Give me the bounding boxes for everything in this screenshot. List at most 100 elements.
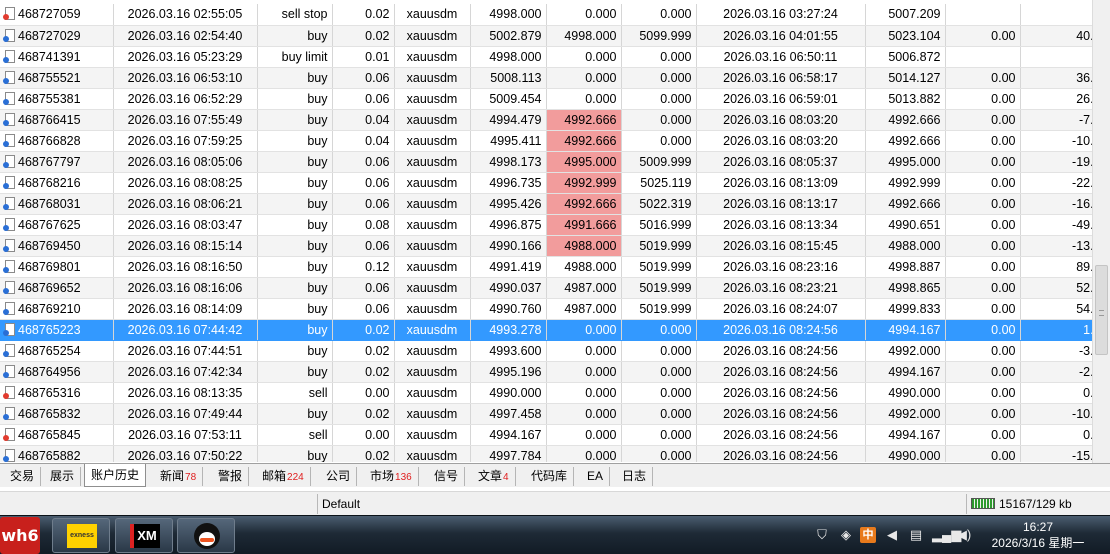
open-price-value: 4994.167 [489, 427, 542, 442]
order-id-value: 468765882 [18, 448, 81, 463]
tab-8[interactable]: 信号 [428, 467, 466, 486]
table-row[interactable]: 468769450 2026.03.16 08:15:14 buy 0.06 xauus… [0, 235, 1092, 257]
taskbar-app-qq[interactable] [177, 518, 235, 553]
stop-loss-value: 4991.666 [564, 217, 617, 232]
order-id-cell: 468769450 [0, 235, 114, 257]
tab-3[interactable]: 新闻78 [154, 467, 204, 486]
table-row[interactable]: 468755381 2026.03.16 06:52:29 buy 0.06 xauus… [0, 88, 1092, 110]
open-time-value: 2026.03.16 07:49:44 [127, 406, 243, 421]
open-price-cell: 4997.784 [470, 445, 547, 462]
stop-loss-value: 4988.000 [564, 259, 617, 274]
table-row[interactable]: 468766828 2026.03.16 07:59:25 buy 0.04 xauus… [0, 130, 1092, 152]
swap-cell [945, 4, 1021, 26]
order-id-value: 468741391 [18, 49, 81, 64]
ime-icon[interactable]: 中 [860, 527, 876, 543]
table-row[interactable]: 468769652 2026.03.16 08:16:06 buy 0.06 xauus… [0, 277, 1092, 299]
volume-cell: 0.04 [332, 130, 395, 152]
table-row[interactable]: 468741391 2026.03.16 05:23:29 buy limit 0.0… [0, 46, 1092, 68]
vertical-scrollbar[interactable] [1092, 0, 1110, 463]
table-row[interactable]: 468765845 2026.03.16 07:53:11 sell 0.00 xauu… [0, 424, 1092, 446]
order-id-cell: 468765254 [0, 340, 114, 362]
close-price-cell: 5023.104 [865, 25, 946, 47]
taskbar-app-exness[interactable]: exness [52, 518, 110, 553]
table-row[interactable]: 468768031 2026.03.16 08:06:21 buy 0.06 xauus… [0, 193, 1092, 215]
close-price-cell: 4995.000 [865, 151, 946, 173]
close-time-cell: 2026.03.16 08:24:56 [696, 445, 866, 462]
table-row[interactable]: 468727059 2026.03.16 02:55:05 sell stop 0.0… [0, 4, 1092, 26]
connection-status[interactable]: 15167/129 kb [966, 494, 1110, 514]
stop-loss-cell: 4992.666 [546, 130, 622, 152]
taskbar-clock[interactable]: 16:27 2026/3/16 星期一 [978, 519, 1098, 551]
tab-7[interactable]: 市场136 [364, 467, 419, 486]
order-icon [3, 448, 15, 462]
stop-loss-cell: 4998.000 [546, 25, 622, 47]
open-price-value: 4990.000 [489, 385, 542, 400]
order-type-value: buy [307, 259, 328, 274]
table-row[interactable]: 468767797 2026.03.16 08:05:06 buy 0.06 xauus… [0, 151, 1092, 173]
table-row[interactable]: 468769801 2026.03.16 08:16:50 buy 0.12 xauus… [0, 256, 1092, 278]
symbol-value: xauusdm [406, 364, 458, 379]
history-grid[interactable]: 468727059 2026.03.16 02:55:05 sell stop 0.0… [0, 4, 1092, 462]
table-row[interactable]: 468765223 2026.03.16 07:44:42 buy 0.02 xauus… [0, 319, 1092, 341]
open-time-cell: 2026.03.16 07:44:42 [113, 319, 258, 341]
swap-cell: 0.00 [945, 109, 1021, 131]
order-id-cell: 468765316 [0, 382, 114, 404]
close-time-cell: 2026.03.16 08:24:56 [696, 361, 866, 383]
table-row[interactable]: 468764956 2026.03.16 07:42:34 buy 0.02 xauus… [0, 361, 1092, 383]
table-row[interactable]: 468727029 2026.03.16 02:54:40 buy 0.02 xauus… [0, 25, 1092, 47]
network-icon[interactable]: ▂▄▆ [932, 527, 961, 543]
connection-bars-icon [971, 498, 995, 509]
table-row[interactable]: 468766415 2026.03.16 07:55:49 buy 0.04 xauus… [0, 109, 1092, 131]
order-type-cell: buy [257, 445, 333, 462]
swap-cell: 0.00 [945, 25, 1021, 47]
tab-2[interactable]: 账户历史 [84, 464, 147, 487]
symbol-cell: xauusdm [394, 67, 471, 89]
table-row[interactable]: 468765832 2026.03.16 07:49:44 buy 0.02 xauus… [0, 403, 1092, 425]
taskbar-app-xm[interactable]: XM [115, 518, 173, 553]
tab-11[interactable]: EA [581, 467, 611, 486]
close-time-value: 2026.03.16 08:03:20 [723, 133, 838, 148]
table-row[interactable]: 468768216 2026.03.16 08:08:25 buy 0.06 xauus… [0, 172, 1092, 194]
volume-icon[interactable]: ◀) [956, 527, 972, 543]
tab-12[interactable]: 日志 [616, 467, 654, 486]
speaker-icon[interactable]: ◀ [884, 527, 900, 543]
tab-0[interactable]: 交易 [4, 467, 42, 486]
tab-4[interactable]: 警报 [212, 467, 250, 486]
tab-label: 公司 [326, 469, 351, 483]
stop-loss-value: 4987.000 [564, 280, 617, 295]
tab-1[interactable]: 展示 [44, 467, 82, 486]
profit-value: -19.04 [1072, 154, 1092, 169]
take-profit-value: 0.000 [660, 133, 692, 148]
tab-10[interactable]: 代码库 [525, 467, 575, 486]
table-row[interactable]: 468755521 2026.03.16 06:53:10 buy 0.06 xauus… [0, 67, 1092, 89]
table-row[interactable]: 468765316 2026.03.16 08:13:35 sell 0.00 xauu… [0, 382, 1092, 404]
take-profit-value: 5022.319 [639, 196, 692, 211]
table-row[interactable]: 468765254 2026.03.16 07:44:51 buy 0.02 xauus… [0, 340, 1092, 362]
open-price-cell: 4995.411 [470, 130, 547, 152]
close-time-value: 2026.03.16 08:24:56 [723, 406, 838, 421]
tab-6[interactable]: 公司 [320, 467, 358, 486]
order-type-cell: buy [257, 88, 333, 110]
open-time-value: 2026.03.16 07:42:34 [127, 364, 243, 379]
take-profit-cell: 0.000 [621, 445, 697, 462]
tab-5[interactable]: 邮箱224 [256, 467, 311, 486]
swap-cell: 0.00 [945, 340, 1021, 362]
close-price-cell: 4992.000 [865, 403, 946, 425]
shield-icon[interactable]: ⛉ [814, 527, 830, 543]
table-row[interactable]: 468765882 2026.03.16 07:50:22 buy 0.02 xauus… [0, 445, 1092, 462]
open-time-cell: 2026.03.16 02:55:05 [113, 4, 258, 26]
close-price-cell: 4992.000 [865, 340, 946, 362]
antivirus-icon[interactable]: ◈ [838, 527, 854, 543]
order-icon [3, 217, 15, 231]
clipboard-icon[interactable]: ▤ [908, 527, 924, 543]
open-time-cell: 2026.03.16 08:05:06 [113, 151, 258, 173]
swap-value: 0.00 [991, 343, 1016, 358]
tab-9[interactable]: 文章4 [472, 467, 516, 486]
order-id-value: 468765223 [18, 322, 81, 337]
table-row[interactable]: 468767625 2026.03.16 08:03:47 buy 0.08 xauus… [0, 214, 1092, 236]
start-button[interactable]: wh6 [0, 517, 40, 554]
order-id-value: 468769210 [18, 301, 81, 316]
order-type-cell: buy [257, 319, 333, 341]
close-price-cell: 4992.666 [865, 193, 946, 215]
table-row[interactable]: 468769210 2026.03.16 08:14:09 buy 0.06 xauus… [0, 298, 1092, 320]
